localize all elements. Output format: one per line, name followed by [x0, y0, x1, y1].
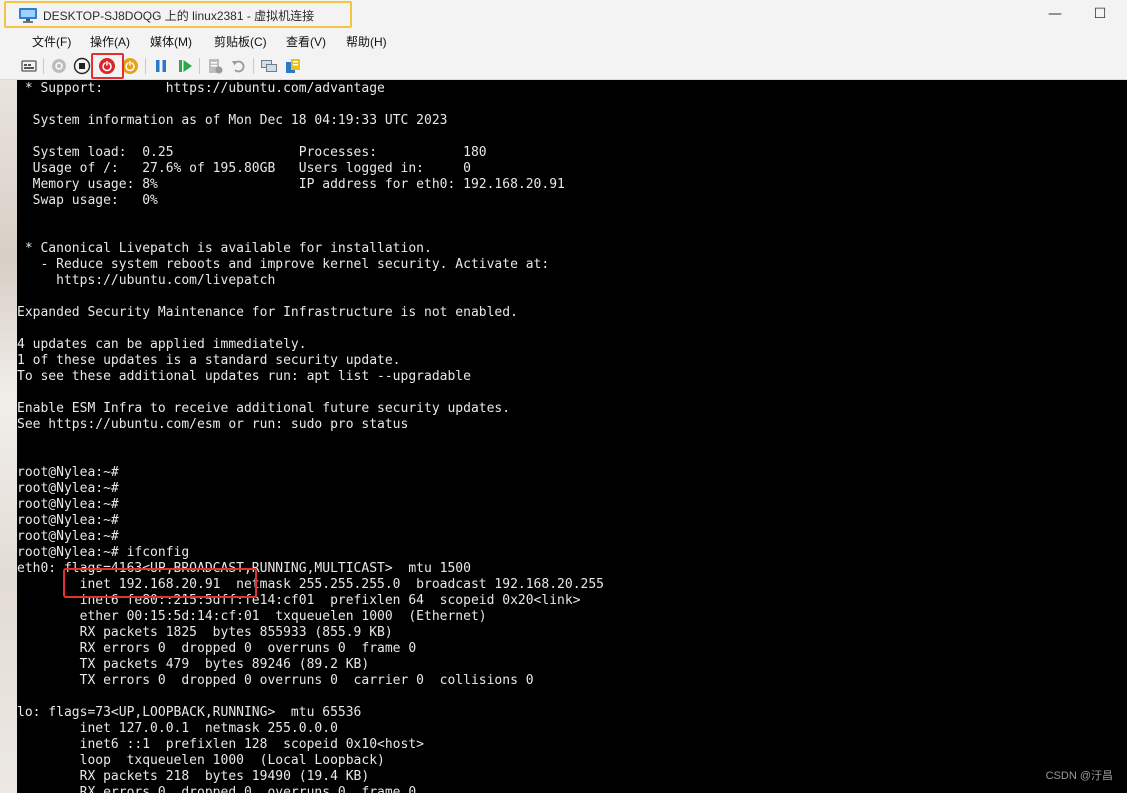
terminal-line: TX packets 479 bytes 89246 (89.2 KB): [17, 657, 370, 672]
terminal-line: Expanded Security Maintenance for Infras…: [17, 305, 518, 320]
terminal-line: inet 127.0.0.1 netmask 255.0.0.0: [17, 721, 338, 736]
csdn-watermark: CSDN @汙昌: [1045, 770, 1113, 782]
terminal-line: RX packets 218 bytes 19490 (19.4 KB): [17, 769, 370, 784]
terminal-line: * Support: https://ubuntu.com/advantage: [17, 81, 385, 96]
share-icon[interactable]: [284, 57, 302, 75]
terminal-line: root@Nylea:~# ifconfig: [17, 545, 190, 560]
terminal-line: Swap usage: 0%: [17, 193, 158, 208]
terminal-line: root@Nylea:~#: [17, 529, 119, 544]
vm-connection-icon: [19, 8, 37, 23]
menu-help[interactable]: 帮助(H): [346, 33, 387, 50]
terminal-line: ether 00:15:5d:14:cf:01 txqueuelen 1000 …: [17, 609, 487, 624]
title-bar: DESKTOP-SJ8DOQG 上的 linux2381 - 虚拟机连接 — ☐: [0, 0, 1127, 30]
terminal-line: inet6 ::1 prefixlen 128 scopeid 0x10<hos…: [17, 737, 424, 752]
enhanced-session-icon[interactable]: [260, 57, 278, 75]
inet-highlight: [63, 568, 257, 598]
turn-off-icon[interactable]: [73, 57, 91, 75]
terminal-line: Enable ESM Infra to receive additional f…: [17, 401, 511, 416]
toolbar: [0, 52, 1127, 80]
terminal-line: lo: flags=73<UP,LOOPBACK,RUNNING> mtu 65…: [17, 705, 362, 720]
terminal-line: loop txqueuelen 1000 (Local Loopback): [17, 753, 385, 768]
terminal-line: RX packets 1825 bytes 855933 (855.9 KB): [17, 625, 393, 640]
terminal-line: RX errors 0 dropped 0 overruns 0 frame 0: [17, 641, 417, 656]
menu-view[interactable]: 查看(V): [286, 33, 326, 50]
terminal-line: root@Nylea:~#: [17, 481, 119, 496]
start-icon[interactable]: [50, 57, 68, 75]
terminal-line: https://ubuntu.com/livepatch: [17, 273, 276, 288]
shutdown-button-highlight: [91, 53, 124, 79]
menu-file[interactable]: 文件(F): [32, 33, 71, 50]
checkpoint-icon[interactable]: [206, 57, 224, 75]
revert-icon[interactable]: [230, 57, 248, 75]
terminal-line: 1 of these updates is a standard securit…: [17, 353, 401, 368]
minimize-button[interactable]: —: [1044, 4, 1066, 24]
desktop-background-strip: [0, 80, 17, 793]
terminal-line: System information as of Mon Dec 18 04:1…: [17, 113, 448, 128]
maximize-button[interactable]: ☐: [1089, 4, 1111, 24]
terminal-line: RX errors 0 dropped 0 overruns 0 frame 0: [17, 785, 417, 793]
terminal-line: To see these additional updates run: apt…: [17, 369, 471, 384]
terminal-line: root@Nylea:~#: [17, 497, 119, 512]
menu-media[interactable]: 媒体(M): [150, 33, 192, 50]
ctrl-alt-del-icon[interactable]: [20, 57, 38, 75]
terminal-line: root@Nylea:~#: [17, 513, 119, 528]
terminal-line: TX errors 0 dropped 0 overruns 0 carrier…: [17, 673, 534, 688]
menu-bar: 文件(F) 操作(A) 媒体(M) 剪贴板(C) 查看(V) 帮助(H): [0, 30, 1127, 52]
terminal-line: 4 updates can be applied immediately.: [17, 337, 307, 352]
terminal-line: * Canonical Livepatch is available for i…: [17, 241, 432, 256]
terminal-line: - Reduce system reboots and improve kern…: [17, 257, 550, 272]
terminal-line: Usage of /: 27.6% of 195.80GB Users logg…: [17, 161, 471, 176]
terminal-line: See https://ubuntu.com/esm or run: sudo …: [17, 417, 409, 432]
pause-icon[interactable]: [152, 57, 170, 75]
menu-clipboard[interactable]: 剪贴板(C): [214, 33, 267, 50]
terminal-line: Memory usage: 8% IP address for eth0: 19…: [17, 177, 565, 192]
terminal-line: root@Nylea:~#: [17, 465, 119, 480]
window-title: DESKTOP-SJ8DOQG 上的 linux2381 - 虚拟机连接: [43, 9, 315, 23]
vm-console[interactable]: * Support: https://ubuntu.com/advantage …: [17, 80, 1127, 793]
menu-action[interactable]: 操作(A): [90, 33, 130, 50]
terminal-line: System load: 0.25 Processes: 180: [17, 145, 487, 160]
resume-icon[interactable]: [176, 57, 194, 75]
